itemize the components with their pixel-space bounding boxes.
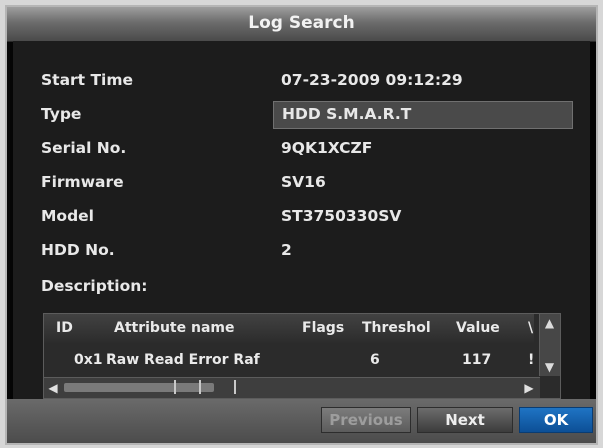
table-header: ID Attribute name Flags Threshol Value \ (44, 314, 534, 344)
next-button[interactable]: Next (417, 407, 513, 433)
log-details-panel: Start Time 07-23-2009 09:12:29 Type HDD … (13, 41, 590, 399)
type-field[interactable]: HDD S.M.A.R.T (273, 101, 573, 129)
cell-threshold: 6 (370, 352, 380, 368)
hdd-no-value: 2 (281, 241, 292, 259)
chevron-right-icon[interactable]: ▶ (520, 378, 538, 398)
button-bar: Previous Next OK (7, 399, 596, 443)
firmware-label: Firmware (41, 173, 124, 191)
dialog-title: Log Search (7, 7, 596, 42)
ok-button[interactable]: OK (519, 407, 593, 433)
scroll-tick (199, 380, 201, 394)
cell-value: 117 (462, 352, 492, 368)
column-header-truncated[interactable]: \ (528, 320, 536, 336)
cell-attribute-name: Raw Read Error Raf (106, 352, 260, 368)
serial-no-value: 9QK1XCZF (281, 139, 373, 157)
type-label: Type (41, 105, 82, 123)
model-label: Model (41, 207, 94, 225)
chevron-down-icon[interactable]: ▼ (540, 358, 559, 376)
scroll-thumb[interactable] (64, 383, 214, 392)
column-header-id[interactable]: ID (56, 320, 86, 336)
model-value: ST3750330SV (281, 207, 402, 225)
scroll-tick (174, 380, 176, 394)
horizontal-scrollbar[interactable]: ◀ ▶ (44, 377, 540, 398)
type-row: Type HDD S.M.A.R.T (41, 101, 581, 131)
column-header-threshold[interactable]: Threshol (362, 320, 448, 336)
hdd-no-row: HDD No. 2 (41, 237, 581, 267)
chevron-left-icon[interactable]: ◀ (44, 378, 62, 398)
column-header-value[interactable]: Value (456, 320, 520, 336)
hdd-no-label: HDD No. (41, 241, 115, 259)
cell-truncated: ! (528, 352, 535, 368)
smart-attribute-table[interactable]: ID Attribute name Flags Threshol Value \… (43, 313, 561, 399)
previous-button[interactable]: Previous (321, 407, 411, 433)
log-search-dialog: Log Search Start Time 07-23-2009 09:12:2… (5, 5, 598, 445)
start-time-value: 07-23-2009 09:12:29 (281, 71, 463, 89)
serial-no-label: Serial No. (41, 139, 127, 157)
description-row: Description: (41, 273, 581, 303)
column-header-attribute-name[interactable]: Attribute name (114, 320, 279, 336)
description-label: Description: (41, 277, 148, 295)
serial-no-row: Serial No. 9QK1XCZF (41, 135, 581, 165)
scroll-tick (234, 380, 236, 394)
start-time-label: Start Time (41, 71, 134, 89)
firmware-value: SV16 (281, 173, 326, 191)
chevron-up-icon[interactable]: ▲ (540, 314, 559, 332)
firmware-row: Firmware SV16 (41, 169, 581, 199)
start-time-row: Start Time 07-23-2009 09:12:29 (41, 67, 581, 97)
cell-id: 0x1 (74, 352, 103, 368)
model-row: Model ST3750330SV (41, 203, 581, 233)
vertical-scrollbar[interactable]: ▲ ▼ (539, 314, 560, 376)
column-header-flags[interactable]: Flags (302, 320, 358, 336)
